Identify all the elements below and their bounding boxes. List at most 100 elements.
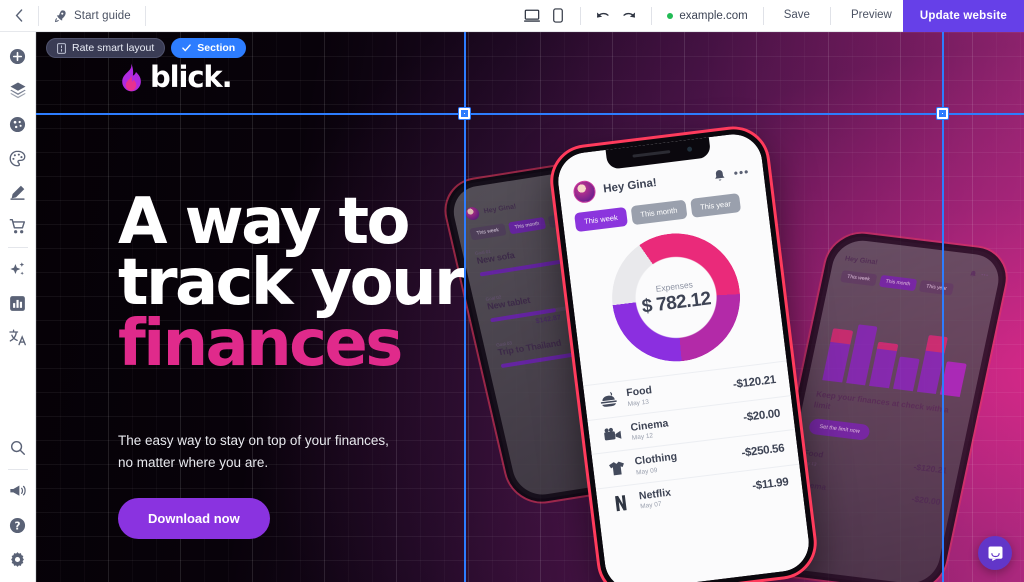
chart-bar [892, 356, 920, 392]
start-guide-label: Start guide [74, 9, 131, 22]
more-horizontal-icon[interactable]: ••• [733, 165, 750, 181]
top-bar: Start guide example.com Save Preview Upd… [0, 0, 1024, 32]
transaction-amount: -$11.99 [751, 476, 790, 493]
greeting-label: Hey Gina! [602, 176, 658, 196]
undo-icon [597, 12, 609, 18]
divider [651, 6, 653, 25]
chevron-left-icon [15, 9, 23, 22]
save-button[interactable]: Save [773, 0, 821, 31]
site-domain[interactable]: example.com [661, 10, 753, 22]
status-dot [667, 12, 674, 19]
palette-icon [9, 116, 26, 132]
transaction-name: Food [802, 447, 825, 459]
sidebar-item-add[interactable] [3, 41, 33, 71]
chat-launcher-button[interactable] [978, 536, 1012, 570]
camera-dot [686, 146, 692, 153]
gear-icon [11, 551, 24, 567]
filter-this-week: This week [469, 223, 507, 241]
headline-line-1: A way to [118, 185, 411, 259]
site-logo-text: blick. [150, 60, 233, 94]
sidebar-item-analytics[interactable] [3, 288, 33, 318]
left-sidebar: ? [0, 32, 36, 582]
resize-handle-left[interactable] [458, 107, 471, 120]
avatar [464, 206, 481, 221]
chart-bar [940, 360, 967, 397]
headline-line-2: track your [118, 245, 466, 320]
section-chip-label: Section [197, 42, 236, 54]
sidebar-item-settings[interactable] [3, 544, 33, 574]
resize-handle-right[interactable] [936, 107, 949, 120]
start-guide-button[interactable]: Start guide [39, 0, 145, 31]
bell-icon[interactable] [713, 168, 726, 182]
sidebar-item-edit[interactable] [3, 177, 33, 207]
filter-this-month[interactable]: This month [630, 199, 688, 226]
desktop-view-button[interactable] [519, 3, 545, 29]
subtext-line-2: no matter where you are. [118, 455, 269, 471]
hero-subtext[interactable]: The easy way to stay on top of your fina… [118, 430, 389, 475]
hero-headline[interactable]: A way to track your finances [118, 185, 466, 375]
sidebar-item-help[interactable]: ? [3, 510, 33, 540]
phone-header-actions: ••• [713, 165, 750, 183]
check-icon [182, 44, 192, 52]
avatar[interactable] [572, 179, 597, 205]
rate-smart-layout-button[interactable]: Rate smart layout [46, 38, 166, 58]
sidebar-item-layers[interactable] [3, 75, 33, 105]
canvas-toolbar: Rate smart layout Section [46, 38, 247, 58]
speaker-bar [631, 150, 670, 158]
transaction-amount: -$250.56 [740, 442, 785, 460]
question-circle-icon: ? [9, 517, 26, 533]
mobile-icon [553, 8, 564, 23]
transaction-row: Cinema May 12 -$20.00 [795, 473, 943, 513]
sidebar-item-translate[interactable] [3, 322, 33, 352]
filter-this-year: This year [919, 279, 954, 296]
divider [7, 247, 28, 248]
sidebar-item-store[interactable] [3, 211, 33, 241]
preview-button[interactable]: Preview [840, 0, 903, 31]
redo-button[interactable] [616, 3, 642, 29]
search-icon [10, 440, 25, 456]
divider [580, 6, 582, 25]
more-horizontal-icon: ••• [980, 272, 990, 279]
phone-left-greeting: Hey Gina! [483, 203, 518, 216]
divider [144, 5, 146, 26]
redo-icon [623, 12, 636, 18]
mobile-view-button[interactable] [545, 3, 571, 29]
domain-label: example.com [679, 9, 748, 22]
filter-this-month: This month [878, 274, 918, 292]
spending-bar-chart [819, 296, 980, 398]
back-button[interactable] [0, 0, 38, 31]
megaphone-icon [10, 485, 26, 496]
website-canvas[interactable]: blick. A way to track your finances The … [36, 32, 1024, 582]
sparkle-icon [10, 261, 25, 275]
bar-chart-icon [10, 295, 25, 311]
svg-text:?: ? [14, 520, 20, 532]
horizontal-guide-top[interactable] [36, 113, 1024, 115]
chat-bubble-icon [988, 546, 1002, 561]
sidebar-item-announcements[interactable] [3, 476, 33, 506]
clothing-icon [605, 459, 627, 479]
donut-value: $ 782.12 [640, 287, 712, 318]
netflix-icon [610, 493, 632, 513]
update-website-button[interactable]: Update website [902, 0, 1024, 32]
section-chip[interactable]: Section [171, 38, 247, 58]
donut-center-text: Expenses $ 782.12 [604, 226, 747, 369]
transaction-amount: -$120.21 [732, 373, 777, 391]
filter-this-week: This week [840, 270, 877, 287]
layers-icon [9, 82, 26, 99]
sidebar-item-theme[interactable] [3, 109, 33, 139]
filter-this-week[interactable]: This week [574, 206, 628, 233]
rate-smart-layout-label: Rate smart layout [72, 42, 155, 54]
translate-icon [8, 328, 26, 345]
sidebar-item-ai[interactable] [3, 254, 33, 284]
sidebar-item-search[interactable] [3, 433, 33, 463]
sidebar-item-colors[interactable] [3, 143, 33, 173]
sidebar-bottom-group: ? [3, 424, 33, 582]
top-bar-actions: example.com Save Preview [519, 0, 903, 31]
set-limit-button: Set the limit now [807, 417, 872, 441]
undo-button[interactable] [590, 3, 616, 29]
filter-this-year[interactable]: This year [690, 193, 741, 218]
divider [829, 6, 831, 25]
filter-this-month: This month [507, 216, 547, 235]
download-now-button[interactable]: Download now [118, 498, 270, 539]
divider [762, 6, 764, 25]
